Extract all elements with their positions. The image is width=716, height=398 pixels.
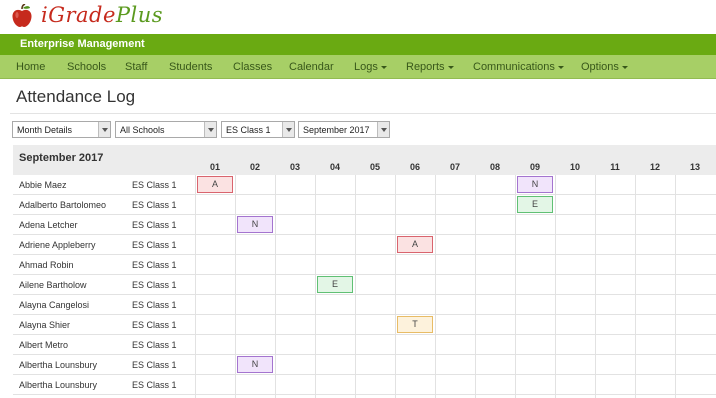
attendance-mark[interactable]: N — [237, 216, 273, 233]
day-header: 11 — [610, 162, 620, 172]
student-name[interactable]: Ailene Bartholow — [19, 280, 87, 290]
page-title: Attendance Log — [16, 87, 136, 106]
logo-bar: iGradePlus — [0, 0, 716, 34]
student-class: ES Class 1 — [132, 380, 177, 390]
student-name[interactable]: Ahmad Robin — [19, 260, 74, 270]
day-header: 04 — [329, 162, 340, 172]
class-select[interactable]: ES Class 1 — [221, 121, 295, 138]
attendance-mark[interactable]: E — [317, 276, 353, 293]
chevron-down-icon — [380, 65, 387, 69]
student-class: ES Class 1 — [132, 340, 177, 350]
table-row: Ailene Bartholow ES Class 1 E — [13, 275, 716, 295]
student-name[interactable]: Adena Letcher — [19, 220, 78, 230]
attendance-mark[interactable]: T — [397, 316, 433, 333]
attendance-mark[interactable]: N — [237, 356, 273, 373]
student-class: ES Class 1 — [132, 180, 177, 190]
nav-calendar[interactable]: Calendar — [289, 61, 334, 73]
table-row: Albertha Lounsbury ES Class 1 N — [13, 355, 716, 375]
day-header: 02 — [249, 162, 260, 172]
chevron-down-icon — [204, 122, 216, 137]
attendance-mark[interactable]: A — [197, 176, 233, 193]
month-select[interactable]: September 2017 — [298, 121, 390, 138]
logo-wordmark[interactable]: iGradePlus — [41, 3, 163, 27]
day-header: 10 — [569, 162, 580, 172]
day-header: 07 — [449, 162, 460, 172]
enterprise-bar: Enterprise Management — [0, 34, 716, 55]
attendance-table: September 2017 01 02 03 04 05 06 07 08 09 10 11 12 1… — [13, 145, 716, 398]
nav-students[interactable]: Students — [169, 61, 212, 73]
student-class: ES Class 1 — [132, 200, 177, 210]
nav-communications[interactable]: Communications — [473, 61, 564, 73]
table-row: Alayna Cangelosi ES Class 1 — [13, 295, 716, 315]
day-header: 03 — [289, 162, 300, 172]
day-header: 01 — [209, 162, 220, 172]
table-row: Albert Metro ES Class 1 — [13, 335, 716, 355]
student-class: ES Class 1 — [132, 280, 177, 290]
student-class: ES Class 1 — [132, 240, 177, 250]
table-row: Ahmad Robin ES Class 1 — [13, 255, 716, 275]
chevron-down-icon — [98, 122, 110, 137]
chevron-down-icon — [282, 122, 294, 137]
apple-icon — [12, 4, 32, 27]
nav-logs[interactable]: Logs — [354, 61, 387, 73]
enterprise-title: Enterprise Management — [20, 38, 145, 50]
student-class: ES Class 1 — [132, 300, 177, 310]
nav-home[interactable]: Home — [16, 61, 45, 73]
student-name[interactable]: Albertha Lounsbury — [19, 380, 97, 390]
nav-staff[interactable]: Staff — [125, 61, 147, 73]
student-class: ES Class 1 — [132, 220, 177, 230]
student-name[interactable]: Alayna Cangelosi — [19, 300, 89, 310]
student-name[interactable]: Adriene Appleberry — [19, 240, 96, 250]
student-name[interactable]: Alayna Shier — [19, 320, 70, 330]
nav-schools[interactable]: Schools — [67, 61, 106, 73]
day-header: 09 — [529, 162, 540, 172]
chevron-down-icon — [377, 122, 389, 137]
day-header: 12 — [649, 162, 660, 172]
attendance-mark[interactable]: N — [517, 176, 553, 193]
student-class: ES Class 1 — [132, 360, 177, 370]
attendance-mark[interactable]: A — [397, 236, 433, 253]
main-nav: Home Schools Staff Students Classes Cale… — [0, 55, 716, 79]
chevron-down-icon — [557, 65, 564, 69]
day-header: 13 — [689, 162, 700, 172]
table-row: Adena Letcher ES Class 1 N — [13, 215, 716, 235]
school-select[interactable]: All Schools — [115, 121, 217, 138]
student-name[interactable]: Albertha Lounsbury — [19, 360, 97, 370]
nav-options[interactable]: Options — [581, 61, 628, 73]
student-name[interactable]: Adalberto Bartolomeo — [19, 200, 106, 210]
chevron-down-icon — [621, 65, 628, 69]
view-select[interactable]: Month Details — [12, 121, 111, 138]
day-header: 06 — [409, 162, 420, 172]
nav-classes[interactable]: Classes — [233, 61, 272, 73]
table-row: Adalberto Bartolomeo ES Class 1 E — [13, 195, 716, 215]
student-name[interactable]: Abbie Maez — [19, 180, 67, 190]
attendance-mark[interactable]: E — [517, 196, 553, 213]
chevron-down-icon — [447, 65, 454, 69]
day-header: 05 — [369, 162, 380, 172]
nav-reports[interactable]: Reports — [406, 61, 454, 73]
title-divider — [10, 113, 716, 114]
table-row: Alayna Shier ES Class 1 T — [13, 315, 716, 335]
table-row: Adriene Appleberry ES Class 1 A — [13, 235, 716, 255]
day-header: 08 — [489, 162, 500, 172]
table-row: Abbie Maez ES Class 1 A N — [13, 175, 716, 195]
student-class: ES Class 1 — [132, 260, 177, 270]
student-class: ES Class 1 — [132, 320, 177, 330]
student-name[interactable]: Albert Metro — [19, 340, 68, 350]
month-label: September 2017 — [19, 152, 104, 164]
table-row: Albertha Lounsbury ES Class 1 — [13, 375, 716, 395]
